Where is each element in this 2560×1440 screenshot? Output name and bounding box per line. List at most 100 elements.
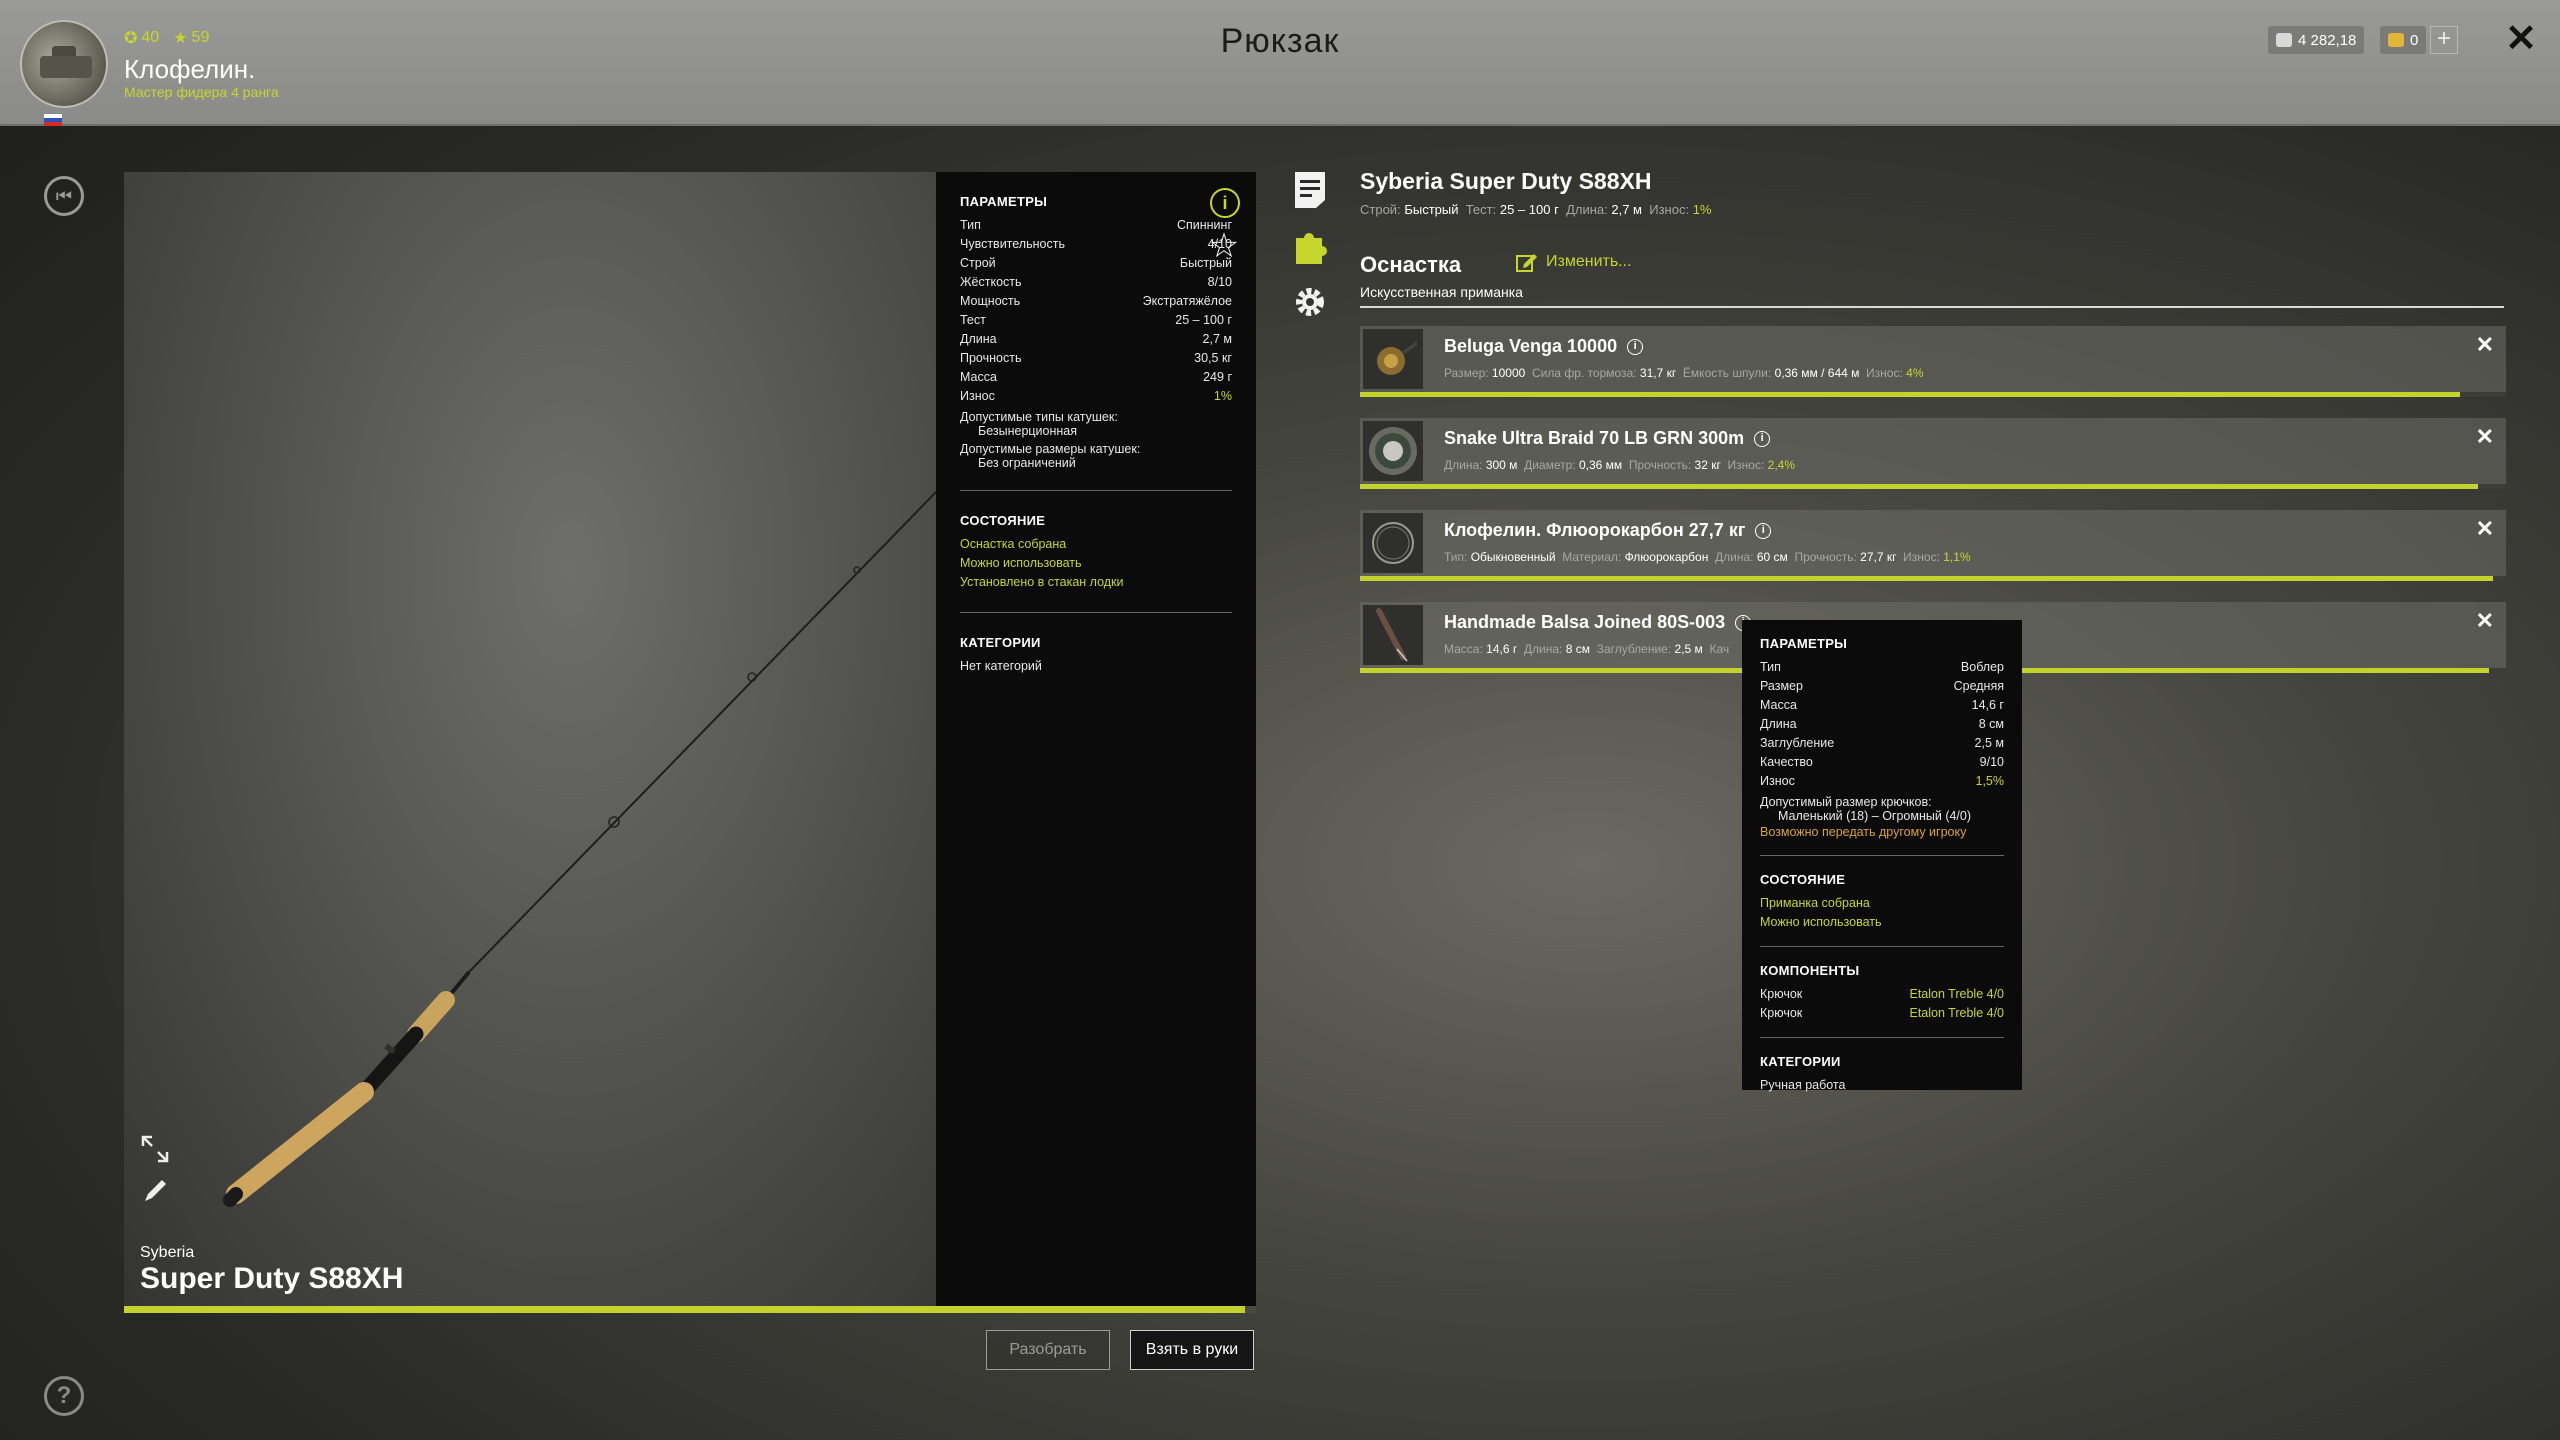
prop-label: Износ:: [1866, 366, 1903, 380]
prop-value: 32 кг: [1694, 458, 1721, 472]
param-value: 14,6 г: [1971, 698, 2004, 712]
reel-sizes-label: Допустимые размеры катушек:: [960, 442, 1141, 456]
prop-label: Заглубление:: [1596, 642, 1672, 656]
item-name: Beluga Venga 10000 i: [1444, 336, 1644, 357]
param-row: Тест 25 – 100 г: [960, 311, 1232, 330]
money-value: 4 282,18: [2298, 31, 2357, 49]
change-tackle-button[interactable]: Изменить...: [1516, 252, 1632, 272]
rod-summary: Строй: Быстрый Тест: 25 – 100 г Длина: 2…: [1360, 202, 1711, 217]
wear-label: Износ:: [1649, 202, 1690, 217]
prop-label: Сила фр. тормоза:: [1531, 366, 1637, 380]
puzzle-icon[interactable]: [1292, 226, 1328, 266]
condition-bar: [1360, 576, 2506, 581]
categories-text: Ручная работа: [1760, 1078, 1846, 1092]
state-item: Установлено в стакан лодки: [960, 575, 1124, 589]
state-item: Оснастка собрана: [960, 537, 1067, 551]
item-name-text: Snake Ultra Braid 70 LB GRN 300m: [1444, 428, 1745, 448]
tackle-item-line[interactable]: Snake Ultra Braid 70 LB GRN 300m i Длина:…: [1360, 418, 2506, 489]
prop-value: 0,36 мм / 644 м: [1774, 366, 1860, 380]
prop-label: Ёмкость шпули:: [1682, 366, 1772, 380]
test-value: 25 – 100 г: [1499, 202, 1559, 217]
gear-icon[interactable]: [1292, 282, 1328, 322]
take-in-hands-button[interactable]: Взять в руки: [1130, 1330, 1254, 1370]
star-icon[interactable]: ☆: [1206, 228, 1242, 264]
tooltip-param-row: Качество 9/10: [1760, 753, 2004, 772]
tooltip-params-list: Тип Воблер Размер Средняя Масса 14,6 г Длина 8 …: [1760, 658, 2004, 791]
prop-value: 2,5 м: [1674, 642, 1703, 656]
param-label: Длина: [1760, 717, 1797, 731]
item-description: Тип: Обыкновенный Материал: Флюорокарбон…: [1444, 550, 1971, 564]
rod-viewer[interactable]: [124, 172, 936, 1306]
prop-value: 60 см: [1756, 550, 1788, 564]
close-button[interactable]: ✕: [2500, 18, 2542, 60]
prop-label: Прочность:: [1628, 458, 1692, 472]
prop-label: Размер:: [1444, 366, 1489, 380]
state-title: СОСТОЯНИЕ: [960, 513, 1046, 528]
silver-coin-icon: [2276, 33, 2292, 47]
document-icon[interactable]: [1292, 170, 1328, 210]
leader-image: [1372, 522, 1414, 564]
lure-thumbnail: [1363, 605, 1423, 665]
component-row: Крючок Etalon Treble 4/0: [1760, 1004, 2004, 1023]
state-item: Можно использовать: [960, 556, 1082, 570]
component-row: Крючок Etalon Treble 4/0: [1760, 985, 2004, 1004]
reel-types-value: Безынерционная: [978, 424, 1078, 438]
edit-icon[interactable]: [140, 1176, 170, 1206]
info-icon[interactable]: i: [1754, 430, 1771, 447]
transfer-note: Возможно передать другому игроку: [1760, 825, 1967, 839]
param-value: 8/10: [1207, 275, 1232, 289]
divider: [1760, 855, 2004, 856]
help-icon[interactable]: ?: [44, 1376, 84, 1416]
rod-condition-fill: [124, 1306, 1245, 1313]
info-icon[interactable]: i: [1210, 188, 1240, 218]
param-label: Тип: [1760, 660, 1781, 674]
gold-coin-icon: [2388, 33, 2404, 47]
tooltip-categories-title: КАТЕГОРИИ: [1760, 1054, 1841, 1069]
prop-label: Диаметр:: [1524, 458, 1576, 472]
divider: [1760, 1037, 2004, 1038]
prop-label: Износ:: [1903, 550, 1940, 564]
prop-label: Износ:: [1727, 458, 1765, 472]
tooltip-categories-value: Ручная работа: [1760, 1076, 2004, 1095]
param-row: Строй Быстрый: [960, 254, 1232, 273]
prop-label: Масса:: [1444, 642, 1483, 656]
expand-icon[interactable]: [140, 1134, 170, 1164]
divider: [960, 490, 1232, 491]
condition-fill: [1360, 392, 2461, 397]
condition-bar: [1360, 484, 2506, 489]
tackle-item-leader[interactable]: Клофелин. Флюорокарбон 27,7 кг i Тип: Обы…: [1360, 510, 2506, 581]
tackle-title: Оснастка: [1360, 252, 1462, 277]
item-description: Размер: 10000 Сила фр. тормоза: 31,7 кг …: [1444, 366, 1924, 380]
add-gold-button[interactable]: +: [2430, 26, 2458, 54]
item-name: Handmade Balsa Joined 80S-003i: [1444, 612, 1752, 633]
param-value: 8 см: [1978, 717, 2004, 731]
param-label: Масса: [1760, 698, 1797, 712]
info-icon[interactable]: i: [1755, 522, 1772, 539]
prop-label: Длина:: [1523, 642, 1563, 656]
component-label: Крючок: [1760, 987, 1803, 1001]
param-label: Тест: [960, 313, 986, 327]
rod-image: [223, 491, 936, 1207]
disassemble-button[interactable]: Разобрать: [986, 1330, 1110, 1370]
back-icon[interactable]: ⏮: [44, 176, 84, 216]
close-icon[interactable]: ✕: [2476, 424, 2494, 450]
close-icon[interactable]: ✕: [2476, 516, 2494, 542]
top-bar: ✪ 40 ★ 59 Клофелин. Мастер фидера 4 ранга …: [0, 0, 2560, 126]
item-name-text: Клофелин. Флюорокарбон 27,7 кг: [1444, 520, 1746, 540]
param-label: Мощность: [960, 294, 1021, 308]
tooltip-params-title: ПАРАМЕТРЫ: [1760, 636, 1848, 651]
tackle-item-reel[interactable]: Beluga Venga 10000 i Размер: 10000 Сила ф…: [1360, 326, 2506, 397]
param-label: Длина: [960, 332, 997, 346]
close-icon[interactable]: ✕: [2476, 332, 2494, 358]
info-icon[interactable]: i: [1627, 338, 1644, 355]
prop-label: Длина:: [1444, 458, 1483, 472]
condition-fill: [1360, 576, 2494, 581]
prop-value: 4%: [1906, 366, 1924, 380]
line-thumbnail: [1363, 421, 1423, 481]
tooltip-param-row: Длина 8 см: [1760, 715, 2004, 734]
param-value: 25 – 100 г: [1175, 313, 1232, 327]
prop-value: 10000: [1491, 366, 1526, 380]
lure-image: [1376, 608, 1408, 662]
divider: [960, 612, 1232, 613]
close-icon[interactable]: ✕: [2476, 608, 2494, 634]
